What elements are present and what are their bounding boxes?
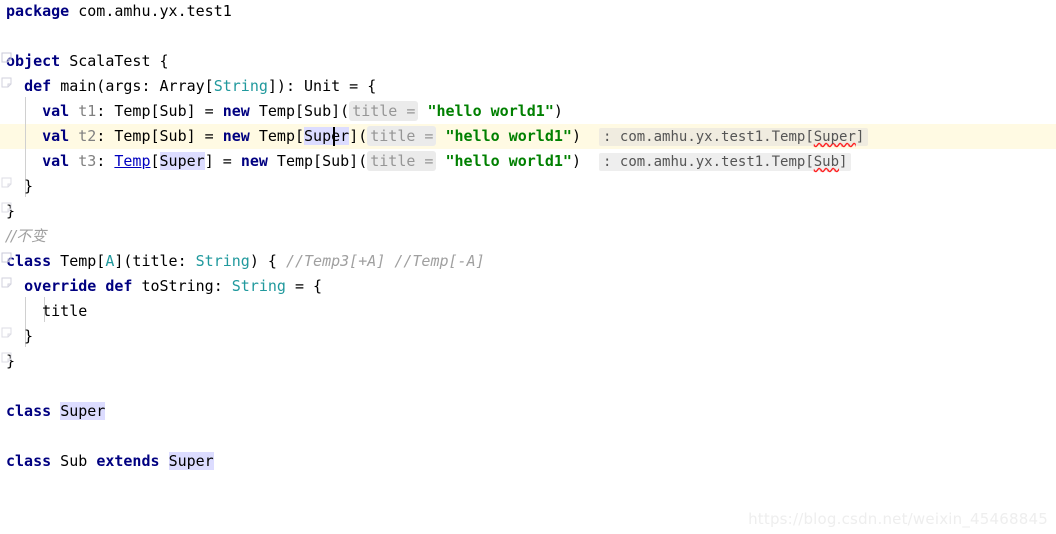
close-paren: ) xyxy=(571,152,581,170)
constructor-suffix: ]( xyxy=(349,127,368,145)
code-line-class-sub[interactable]: class Sub extends Super xyxy=(6,449,214,474)
method-signature: main(args: xyxy=(60,77,160,95)
type-inlay-hint: : com.amhu.yx.test1.Temp[Super] xyxy=(599,128,869,146)
fold-marker-icon[interactable] xyxy=(1,252,12,263)
variable-name-t2: t2 xyxy=(69,127,97,145)
code-line-object[interactable]: object ScalaTest { xyxy=(6,49,169,74)
keyword-class: class xyxy=(6,252,52,270)
code-line-package[interactable]: package com.amhu.yx.test1 xyxy=(6,0,232,24)
code-editor[interactable]: package com.amhu.yx.test1 object ScalaTe… xyxy=(0,0,1056,534)
comment-text: //Temp3[+A] //Temp[-A] xyxy=(285,252,485,270)
string-literal: "hello world1" xyxy=(445,127,572,145)
close-paren: ) xyxy=(571,127,581,145)
type-string: String xyxy=(195,252,250,270)
highlighted-identifier-super: Super xyxy=(60,402,106,420)
fold-marker-icon[interactable] xyxy=(1,52,12,63)
keyword-class: class xyxy=(6,402,52,420)
keyword-class: class xyxy=(6,452,52,470)
declaration-type: : Temp[Sub] = xyxy=(96,102,223,120)
error-underlined-type: Super xyxy=(813,129,856,145)
type-inlay-hint: : com.amhu.yx.test1.Temp[Sub] xyxy=(599,153,852,171)
keyword-extends: extends xyxy=(96,452,160,470)
method-name-tostring: toString: xyxy=(132,277,232,295)
code-line-comment-cn[interactable]: //不变 xyxy=(6,224,46,249)
object-name: ScalaTest xyxy=(69,52,151,70)
string-literal: "hello world1" xyxy=(445,152,572,170)
class-params: ](title: xyxy=(114,252,196,270)
variable-name-t3: t3 xyxy=(69,152,97,170)
param-hint-title: title = xyxy=(367,126,437,146)
fold-marker-icon[interactable] xyxy=(1,177,12,188)
watermark: https://blog.csdn.net/weixin_45468845 xyxy=(748,510,1048,528)
class-name-sub: Sub xyxy=(51,452,97,470)
code-line-title-expr[interactable]: title xyxy=(6,299,87,324)
highlighted-identifier-super: Super xyxy=(168,452,214,470)
param-hint-title: title = xyxy=(367,151,437,171)
type-string: String xyxy=(231,277,286,295)
type-link-temp[interactable]: Temp xyxy=(114,152,150,170)
constructor-prefix: Temp[ xyxy=(249,127,305,145)
constructor-call: Temp[Sub]( xyxy=(267,152,368,170)
code-line-val-t3[interactable]: val t3: Temp[Super] = new Temp[Sub](titl… xyxy=(6,149,852,174)
fold-marker-icon[interactable] xyxy=(1,77,12,88)
keyword-val: val xyxy=(42,127,70,145)
fold-marker-icon[interactable] xyxy=(1,277,12,288)
declaration-type: : Temp[Sub] = xyxy=(96,127,223,145)
keyword-val: val xyxy=(42,102,70,120)
signature-tail: ]): Unit = { xyxy=(267,77,377,95)
keyword-package: package xyxy=(6,2,70,20)
code-line-override-tostring[interactable]: override def toString: String = { xyxy=(6,274,322,299)
code-line-class-super[interactable]: class Super xyxy=(6,399,106,424)
fold-marker-icon[interactable] xyxy=(1,202,12,213)
type-array: Array[ xyxy=(159,77,214,95)
keyword-new: new xyxy=(240,152,268,170)
code-line-val-t1[interactable]: val t1: Temp[Sub] = new Temp[Sub](title … xyxy=(6,99,563,124)
constructor-call: Temp[Sub]( xyxy=(249,102,350,120)
fold-marker-icon[interactable] xyxy=(1,352,12,363)
fold-marker-icon[interactable] xyxy=(1,327,12,338)
close-paren: ) xyxy=(553,102,563,120)
text-caret xyxy=(333,127,335,146)
highlighted-identifier-super: Super xyxy=(159,152,205,170)
param-hint-title: title = xyxy=(349,101,419,121)
keyword-object: object xyxy=(6,52,61,70)
keyword-val: val xyxy=(42,152,70,170)
code-line-val-t2[interactable]: val t2: Temp[Sub] = new Temp[Super](titl… xyxy=(6,124,869,149)
variable-name-t1: t1 xyxy=(69,102,97,120)
code-line-def-main[interactable]: def main(args: Array[String]): Unit = { xyxy=(6,74,376,99)
type-string: String xyxy=(213,77,268,95)
keyword-def: def xyxy=(24,77,52,95)
keyword-new: new xyxy=(222,102,250,120)
comment-text: //不变 xyxy=(6,227,47,245)
open-brace: { xyxy=(159,52,169,70)
string-literal: "hello world1" xyxy=(427,102,554,120)
code-line-class-temp[interactable]: class Temp[A](title: String) { //Temp3[+… xyxy=(6,249,485,274)
package-name: com.amhu.yx.test1 xyxy=(78,2,232,20)
keyword-override-def: override def xyxy=(24,277,133,295)
class-name-temp: Temp[ xyxy=(51,252,106,270)
error-underlined-type: Sub xyxy=(813,154,840,170)
keyword-new: new xyxy=(222,127,250,145)
highlighted-identifier-super: Super xyxy=(304,127,350,145)
